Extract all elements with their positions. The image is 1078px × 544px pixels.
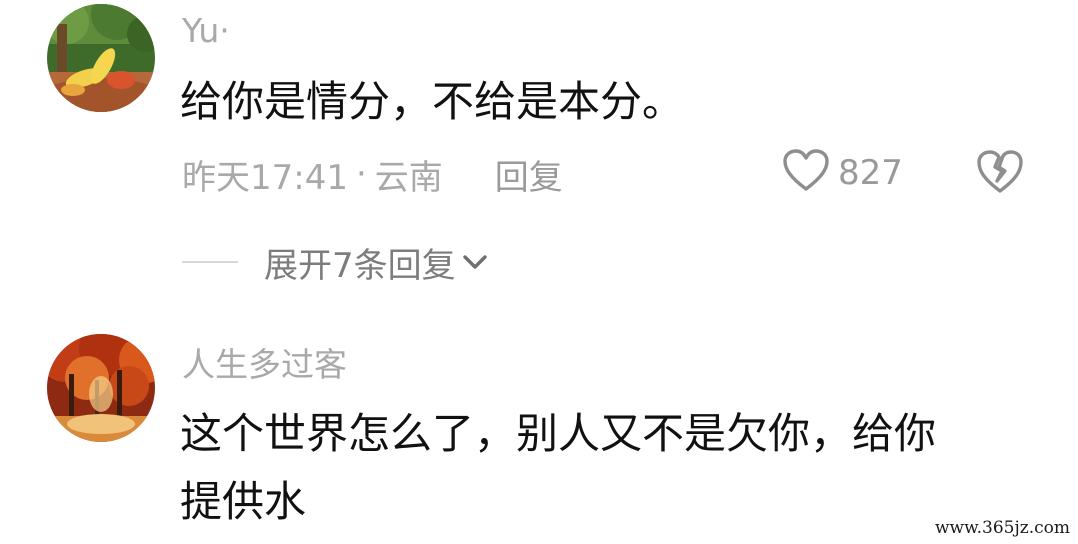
comment-item: 人生多过客 这个世界怎么了，别人又不是欠你，给你 提供水 bbox=[0, 320, 1078, 544]
user-avatar[interactable] bbox=[47, 4, 155, 112]
comment-text-line: 这个世界怎么了，别人又不是欠你，给你 bbox=[180, 409, 937, 458]
comment-text: 给你是情分，不给是本分。 bbox=[180, 68, 684, 136]
comment-text-line: 给你是情分，不给是本分。 bbox=[180, 77, 685, 126]
username[interactable]: Yu· bbox=[182, 14, 230, 47]
user-avatar[interactable] bbox=[47, 334, 155, 442]
watermark: www.365jz.com bbox=[935, 518, 1070, 538]
expand-replies-label: 展开7条回复 bbox=[264, 245, 456, 286]
fruit-photo-avatar-icon bbox=[47, 4, 155, 112]
autumn-forest-avatar-icon bbox=[47, 334, 155, 442]
dislike-button[interactable] bbox=[975, 149, 1025, 197]
comment-meta: 昨天17:41 · 云南 回复 bbox=[182, 150, 563, 198]
like-button[interactable]: 827 bbox=[782, 148, 903, 198]
comment-time: 昨天17:41 bbox=[182, 157, 348, 198]
comment-item: Yu· 给你是情分，不给是本分。 昨天17:41 · 云南 回复 827 展开7… bbox=[0, 0, 1078, 320]
comment-text-line: 提供水 bbox=[180, 477, 307, 526]
meta-separator: · bbox=[355, 154, 367, 194]
username[interactable]: 人生多过客 bbox=[182, 348, 347, 381]
reply-button[interactable]: 回复 bbox=[495, 150, 563, 199]
heart-outline-icon bbox=[782, 149, 830, 197]
broken-heart-icon bbox=[975, 150, 1025, 199]
expand-divider bbox=[182, 261, 238, 263]
comment-text: 这个世界怎么了，别人又不是欠你，给你 提供水 bbox=[180, 400, 936, 536]
like-count: 827 bbox=[838, 153, 903, 193]
chevron-down-icon bbox=[462, 253, 488, 271]
comment-location: 云南 bbox=[374, 157, 443, 198]
expand-replies-button[interactable]: 展开7条回复 bbox=[182, 238, 488, 286]
comment-list: Yu· 给你是情分，不给是本分。 昨天17:41 · 云南 回复 827 展开7… bbox=[0, 0, 1078, 544]
